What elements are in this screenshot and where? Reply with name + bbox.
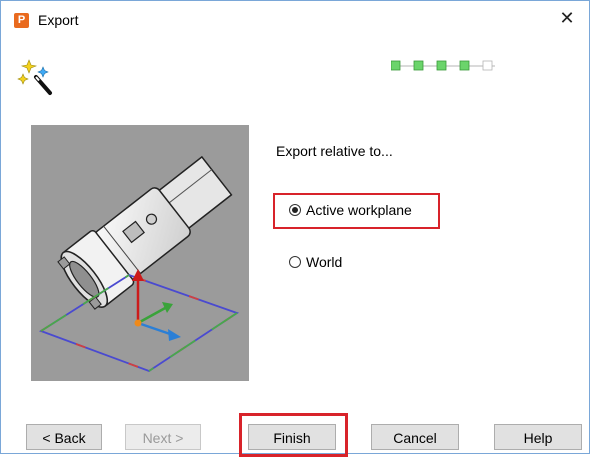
active-workplane-option[interactable]: Active workplane bbox=[289, 202, 412, 218]
export-dialog: P Export ✕ Export relative to... Active … bbox=[0, 0, 590, 457]
export-relative-label: Export relative to... bbox=[276, 143, 393, 159]
world-label: World bbox=[306, 254, 343, 270]
app-logo-icon: P bbox=[14, 13, 29, 28]
step-marker-3 bbox=[436, 60, 447, 71]
active-workplane-radio[interactable] bbox=[289, 204, 301, 216]
step-progress-indicator bbox=[391, 60, 495, 71]
dialog-title: Export bbox=[38, 12, 79, 28]
close-button[interactable]: ✕ bbox=[545, 1, 589, 35]
step-marker-4 bbox=[459, 60, 470, 71]
step-marker-2 bbox=[413, 60, 424, 71]
active-workplane-label: Active workplane bbox=[306, 202, 412, 218]
step-marker-1 bbox=[391, 60, 401, 71]
next-button[interactable]: Next > bbox=[125, 424, 201, 450]
cancel-button[interactable]: Cancel bbox=[371, 424, 459, 450]
preview-image bbox=[31, 125, 249, 381]
magic-wand-icon bbox=[17, 59, 52, 95]
help-button[interactable]: Help bbox=[494, 424, 582, 450]
finish-button[interactable]: Finish bbox=[248, 424, 336, 450]
world-option[interactable]: World bbox=[289, 254, 342, 270]
world-radio[interactable] bbox=[289, 256, 301, 268]
title-bar: P Export ✕ bbox=[1, 1, 589, 35]
step-marker-5 bbox=[482, 60, 493, 71]
back-button[interactable]: < Back bbox=[26, 424, 102, 450]
